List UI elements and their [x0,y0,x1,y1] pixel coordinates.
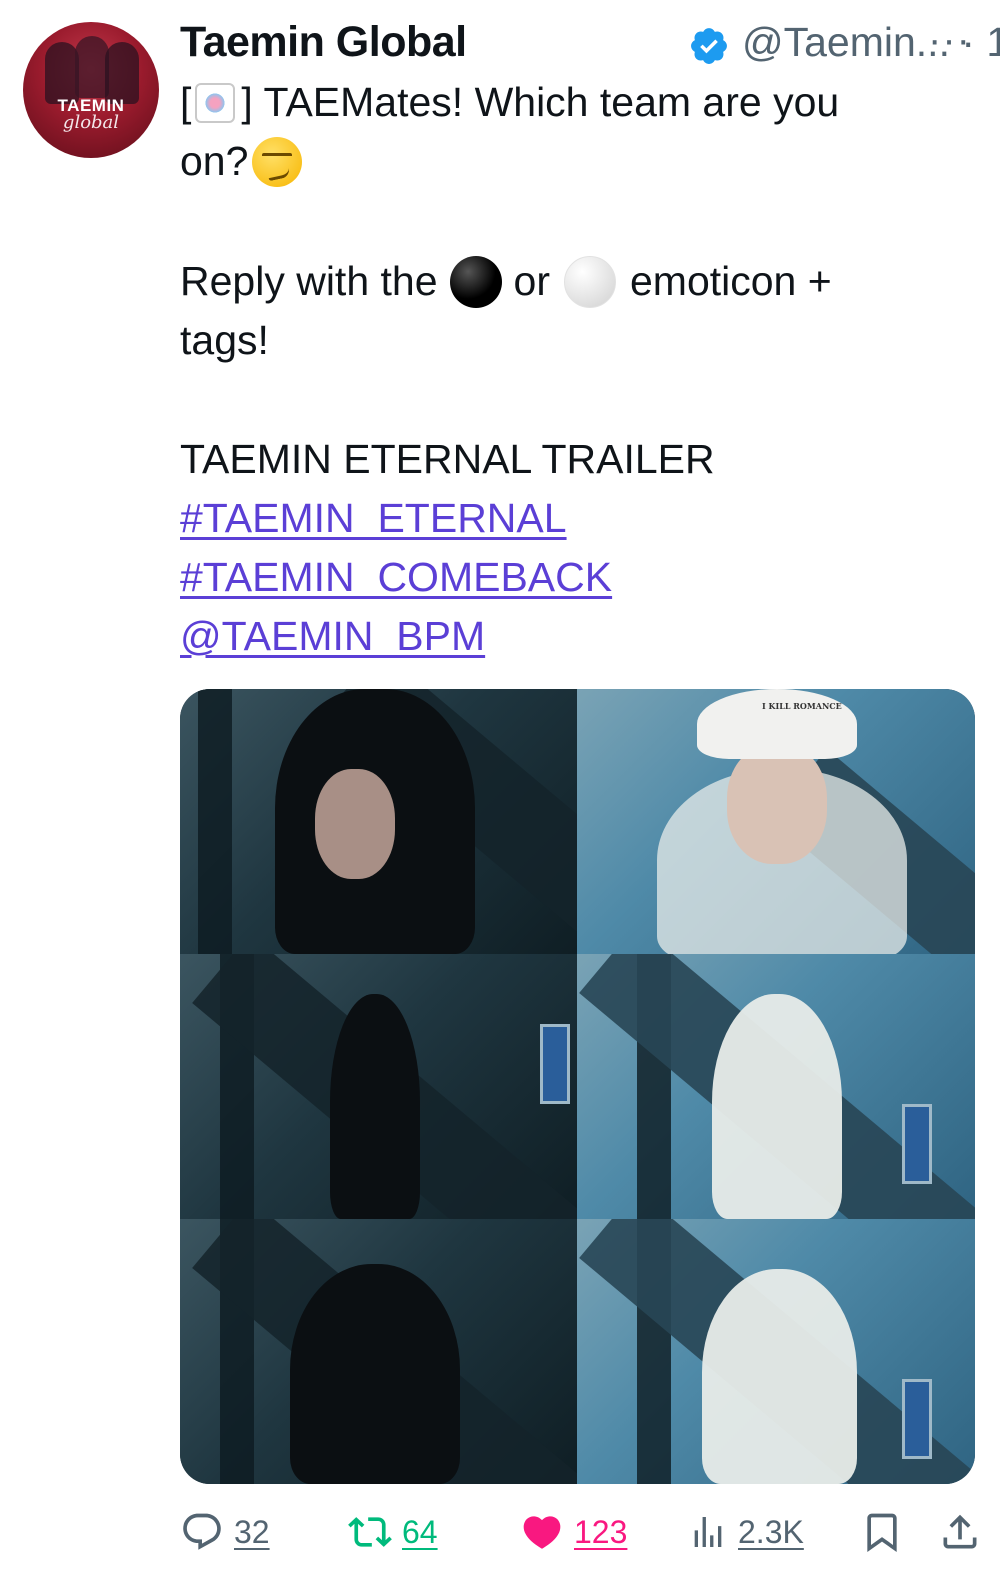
share-button[interactable] [938,1506,982,1558]
hooded-figure [330,994,420,1219]
smirk-emoji-icon [252,136,303,187]
share-icon [943,1514,977,1549]
avatar[interactable]: TAEMIN global [23,22,159,158]
views-button[interactable]: 2.3K [688,1506,804,1558]
like-button[interactable]: 123 [520,1506,627,1558]
trailer-title: TAEMIN ETERNAL TRAILER [180,436,715,482]
media-frame-veiled-back [577,1219,975,1484]
window [902,1379,932,1459]
action-bar: 32 64 123 2.3K [180,1506,980,1558]
more-icon[interactable]: ··· [928,16,971,64]
avatar-figure [45,42,79,104]
media-frame-hooded-back [180,1219,577,1484]
pillar [198,689,232,954]
confetti-ball-icon [195,82,236,123]
media-frame-hooded-closeup [180,689,577,954]
text-line-3a: Reply with the [180,258,438,304]
text-line-3c: emoticon + [629,258,832,304]
veiled-figure [702,1269,857,1484]
black-circle-icon [449,255,502,308]
avatar-figure [75,36,109,98]
reply-button[interactable]: 32 [180,1506,270,1558]
text-line-1: ] TAEMates! Which team are you [241,79,840,125]
avatar-brand-script: global [62,112,120,133]
author-name[interactable]: Taemin Global [180,16,467,68]
text-line-3b: or [513,258,550,304]
cap-text: I KILL ROMANCE [762,701,842,711]
text-line-4: tags! [180,317,269,363]
views-count: 2.3K [738,1513,804,1550]
repost-icon [348,1517,392,1547]
bookmark-button[interactable] [860,1506,904,1558]
hashtag-eternal-link[interactable]: #TAEMIN_ETERNAL [180,489,567,548]
text-line-2: on? [180,138,249,184]
mention-link[interactable]: @TAEMIN_BPM [180,607,485,666]
media-frame-hooded-mid [180,954,577,1219]
post-media[interactable]: I KILL ROMANCE [180,689,975,1484]
repost-count: 64 [402,1513,438,1550]
post-header: Taemin Global @Taemin... · 1h ··· [180,16,1000,68]
hooded-figure [290,1264,460,1484]
white-circle-icon [563,255,616,308]
media-frame-veiled-mid [577,954,975,1219]
reply-count: 32 [234,1513,270,1550]
reply-icon [183,1513,221,1550]
repost-button[interactable]: 64 [348,1506,438,1558]
face [727,744,827,864]
window [540,1024,570,1104]
verified-icon [691,28,727,64]
post-text: [ ] TAEMates! Which team are you on? [180,73,980,191]
media-frame-veiled-closeup: I KILL ROMANCE [577,689,975,954]
text-bracket-open: [ [180,79,192,125]
avatar-figure [105,42,139,104]
white-cap [697,689,857,759]
post-text-tags: TAEMIN ETERNAL TRAILER #TAEMIN_ETERNAL #… [180,430,980,666]
bookmark-icon [867,1513,897,1553]
veiled-figure [712,994,842,1219]
post-text-reply: Reply with the or emoticon + tags! [180,252,980,370]
window [902,1104,932,1184]
hashtag-comeback-link[interactable]: #TAEMIN_COMEBACK [180,548,612,607]
views-icon [694,1517,722,1547]
face [315,769,395,879]
like-icon [523,1516,561,1549]
like-count: 123 [574,1513,628,1550]
author-handle[interactable]: @Taemin... [742,19,950,65]
